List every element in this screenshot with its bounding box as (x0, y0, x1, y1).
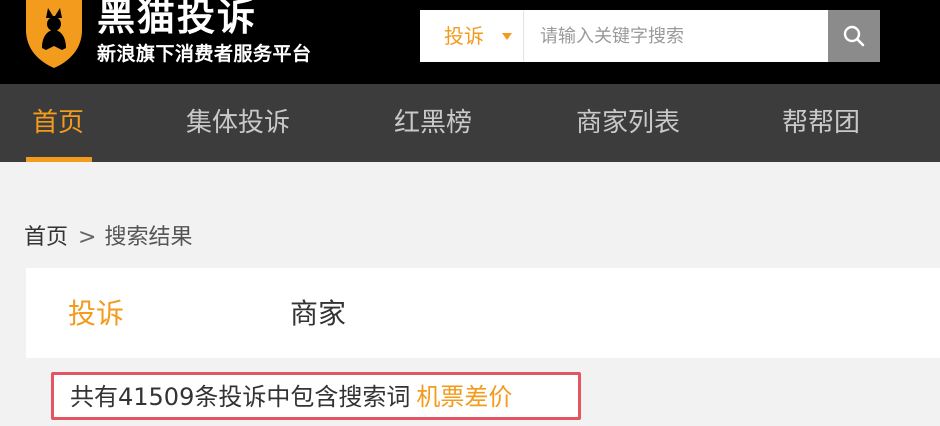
tab-complaints[interactable]: 投诉 (68, 294, 124, 334)
search-keyword: 机票差价 (416, 383, 513, 411)
brand-title[interactable]: 黑猫投诉 (97, 0, 257, 40)
nav-item-help-group[interactable]: 帮帮团 (782, 84, 860, 162)
breadcrumb-separator: > (78, 225, 97, 250)
search-input[interactable] (524, 10, 828, 62)
nav-active-indicator (26, 157, 92, 162)
nav-item-group-complaints[interactable]: 集体投诉 (186, 84, 290, 162)
search-type-label: 投诉 (444, 24, 484, 48)
nav-item-red-black-list[interactable]: 红黑榜 (394, 84, 472, 162)
search-bar: 投诉 (420, 10, 880, 62)
breadcrumb: 首页 > 搜索结果 (24, 222, 192, 254)
main-nav: 首页 集体投诉 红黑榜 商家列表 帮帮团 (0, 84, 940, 162)
result-summary: 共有41509条投诉中包含搜索词 (70, 383, 411, 411)
search-type-dropdown[interactable]: 投诉 (420, 10, 524, 62)
site-header: 黑猫投诉 新浪旗下消费者服务平台 投诉 (0, 0, 940, 84)
result-count-text: 共有41509条投诉中包含搜索词 机票差价 (70, 381, 512, 413)
brand-subtitle: 新浪旗下消费者服务平台 (97, 43, 312, 65)
tab-merchants[interactable]: 商家 (290, 294, 346, 334)
cat-shield-icon[interactable] (22, 0, 86, 68)
search-button[interactable] (828, 10, 880, 62)
breadcrumb-current: 搜索结果 (104, 225, 193, 250)
search-tabs-panel: 投诉 商家 (26, 268, 940, 358)
caret-down-icon (502, 33, 512, 40)
result-count-highlight: 共有41509条投诉中包含搜索词 机票差价 (51, 372, 581, 420)
nav-item-home[interactable]: 首页 (32, 84, 84, 162)
nav-item-merchant-list[interactable]: 商家列表 (576, 84, 680, 162)
search-icon (843, 25, 865, 47)
breadcrumb-home[interactable]: 首页 (24, 222, 68, 254)
